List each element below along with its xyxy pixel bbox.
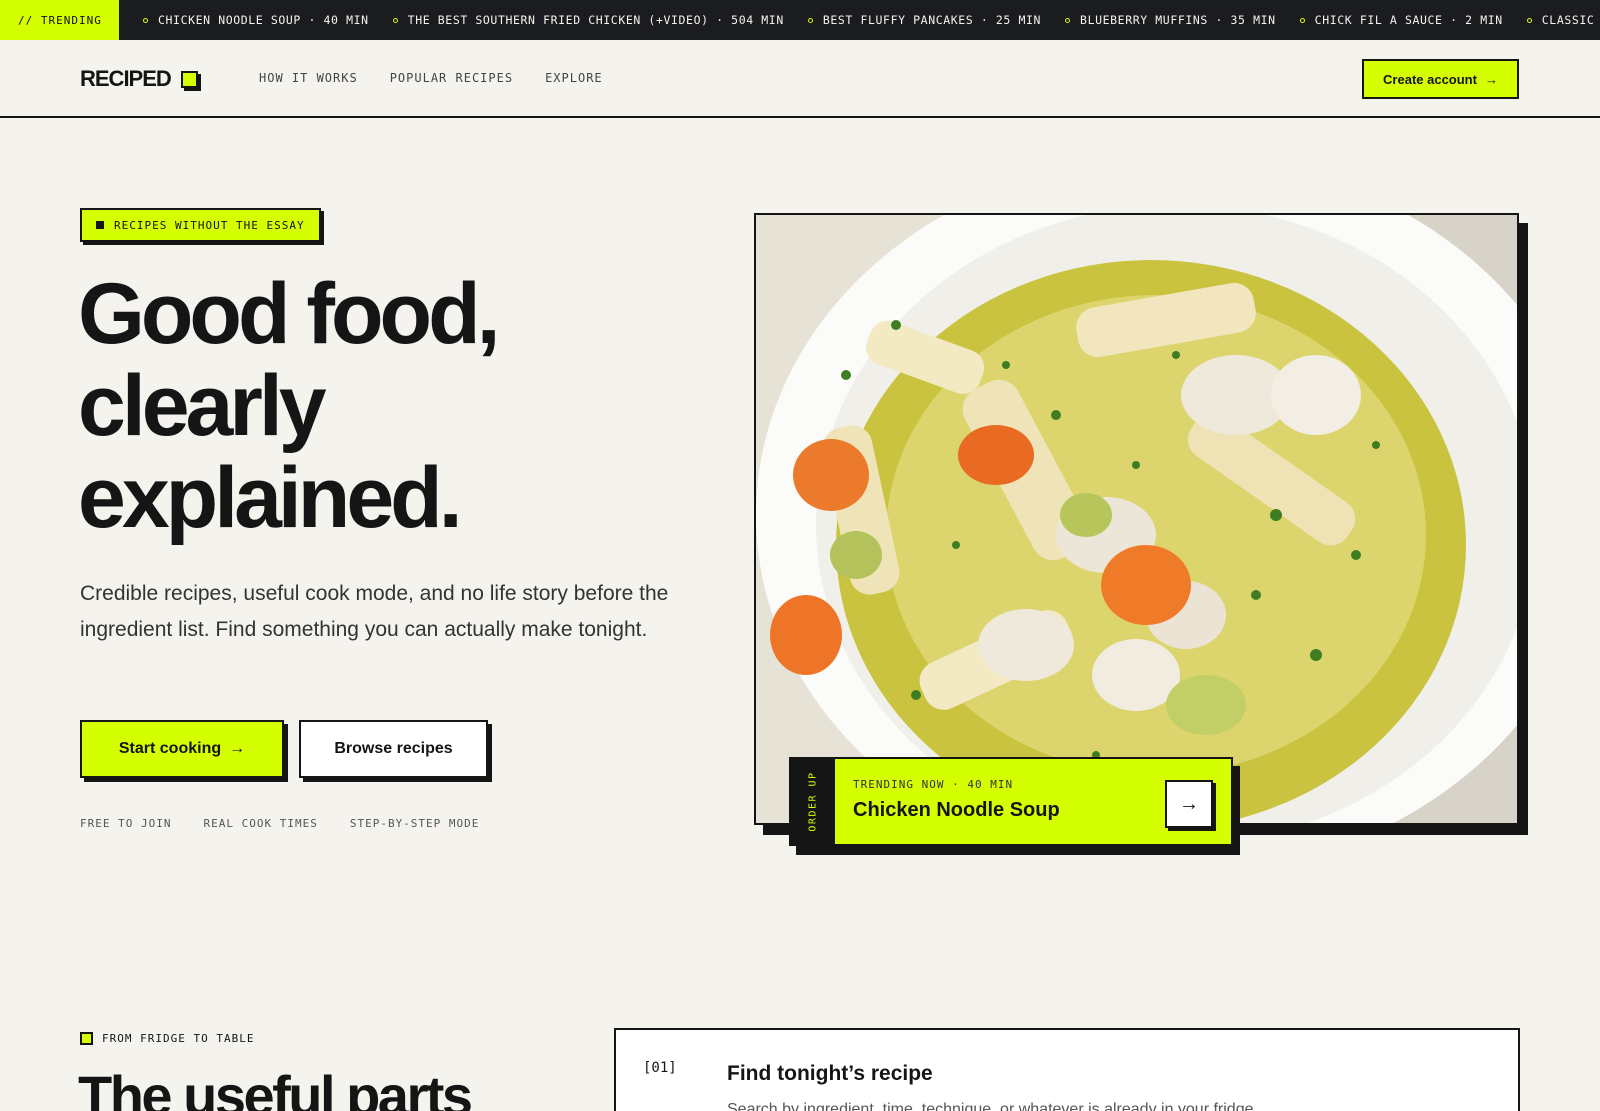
nav-popular-recipes[interactable]: POPULAR RECIPES — [390, 71, 513, 85]
hero-badge-label: RECIPES WITHOUT THE ESSAY — [114, 218, 305, 232]
ticker-track: CHICKEN NOODLE SOUP · 40 MIN THE BEST SO… — [143, 0, 1600, 40]
arrow-right-icon[interactable]: → — [1165, 780, 1213, 828]
feature-item: REAL COOK TIMES — [203, 817, 318, 830]
hero-food-image — [754, 213, 1519, 825]
hero-title-line: explained. — [78, 450, 463, 546]
ticker-item[interactable]: CLASSIC — [1526, 13, 1595, 27]
trending-ticker: // TRENDING CHICKEN NOODLE SOUP · 40 MIN… — [0, 0, 1600, 40]
arrow-right-icon: → — [229, 740, 246, 757]
bullet-icon — [1065, 17, 1071, 23]
feature-item: STEP-BY-STEP MODE — [349, 817, 480, 830]
ticker-item[interactable]: BLUEBERRY MUFFINS · 35 MIN — [1065, 13, 1276, 27]
step-card: [01] Find tonight’s recipe Search by ing… — [614, 1028, 1520, 1111]
section-label: FROM FRIDGE TO TABLE — [80, 1032, 254, 1045]
bullet-icon — [1299, 17, 1305, 23]
section-title: The useful parts — [78, 1064, 473, 1111]
step-number: [01] — [643, 1060, 677, 1076]
site-header: RECIPED HOW IT WORKS POPULAR RECIPES EXP… — [0, 40, 1600, 118]
start-cooking-label: Start cooking — [118, 740, 222, 757]
start-cooking-button[interactable]: Start cooking → — [80, 720, 284, 778]
feature-item: FREE TO JOIN — [80, 817, 172, 830]
arrow-right-icon: → — [1484, 71, 1498, 87]
ticker-item[interactable]: CHICKEN NOODLE SOUP · 40 MIN — [143, 13, 369, 27]
hero-features: FREE TO JOIN REAL COOK TIMES STEP-BY-STE… — [80, 817, 511, 830]
hero-title-line: Good food, — [78, 266, 501, 362]
square-icon — [80, 1032, 93, 1045]
ticker-item[interactable]: THE BEST SOUTHERN FRIED CHICKEN (+VIDEO)… — [392, 13, 784, 27]
site-logo[interactable]: RECIPED — [80, 66, 198, 92]
trending-card[interactable]: ORDER UP TRENDING NOW · 40 MIN Chicken N… — [789, 757, 1233, 846]
order-up-label: ORDER UP — [807, 771, 819, 832]
nav-how-it-works[interactable]: HOW IT WORKS — [259, 71, 358, 85]
create-account-button[interactable]: Create account → — [1362, 59, 1519, 99]
square-icon — [96, 221, 104, 229]
trending-side-strip: ORDER UP — [791, 759, 835, 844]
bullet-icon — [392, 17, 398, 23]
bullet-icon — [143, 17, 148, 23]
soup-bowl-illustration — [756, 215, 1517, 823]
ticker-label: // TRENDING — [0, 0, 119, 40]
hero-title-line: clearly — [78, 358, 327, 454]
hero-badge: RECIPES WITHOUT THE ESSAY — [80, 208, 321, 242]
hero-title: Good food, clearly explained. — [78, 268, 698, 544]
ticker-item[interactable]: CHICK FIL A SAUCE · 2 MIN — [1299, 13, 1503, 27]
browse-recipes-button[interactable]: Browse recipes — [299, 720, 488, 778]
main-nav: HOW IT WORKS POPULAR RECIPES EXPLORE — [259, 71, 635, 85]
browse-recipes-label: Browse recipes — [334, 740, 453, 757]
bullet-icon — [807, 17, 813, 23]
logo-text: RECIPED — [80, 66, 172, 91]
ticker-item[interactable]: BEST FLUFFY PANCAKES · 25 MIN — [807, 13, 1041, 27]
hero-subtitle: Credible recipes, useful cook mode, and … — [80, 582, 669, 641]
section-label-text: FROM FRIDGE TO TABLE — [102, 1032, 255, 1045]
bullet-icon — [1526, 17, 1532, 23]
create-account-label: Create account — [1383, 71, 1477, 87]
logo-square-icon — [180, 70, 198, 88]
step-title: Find tonight’s recipe — [727, 1062, 933, 1085]
step-description: Search by ingredient, time, technique, o… — [727, 1101, 1258, 1111]
nav-explore[interactable]: EXPLORE — [545, 71, 603, 85]
